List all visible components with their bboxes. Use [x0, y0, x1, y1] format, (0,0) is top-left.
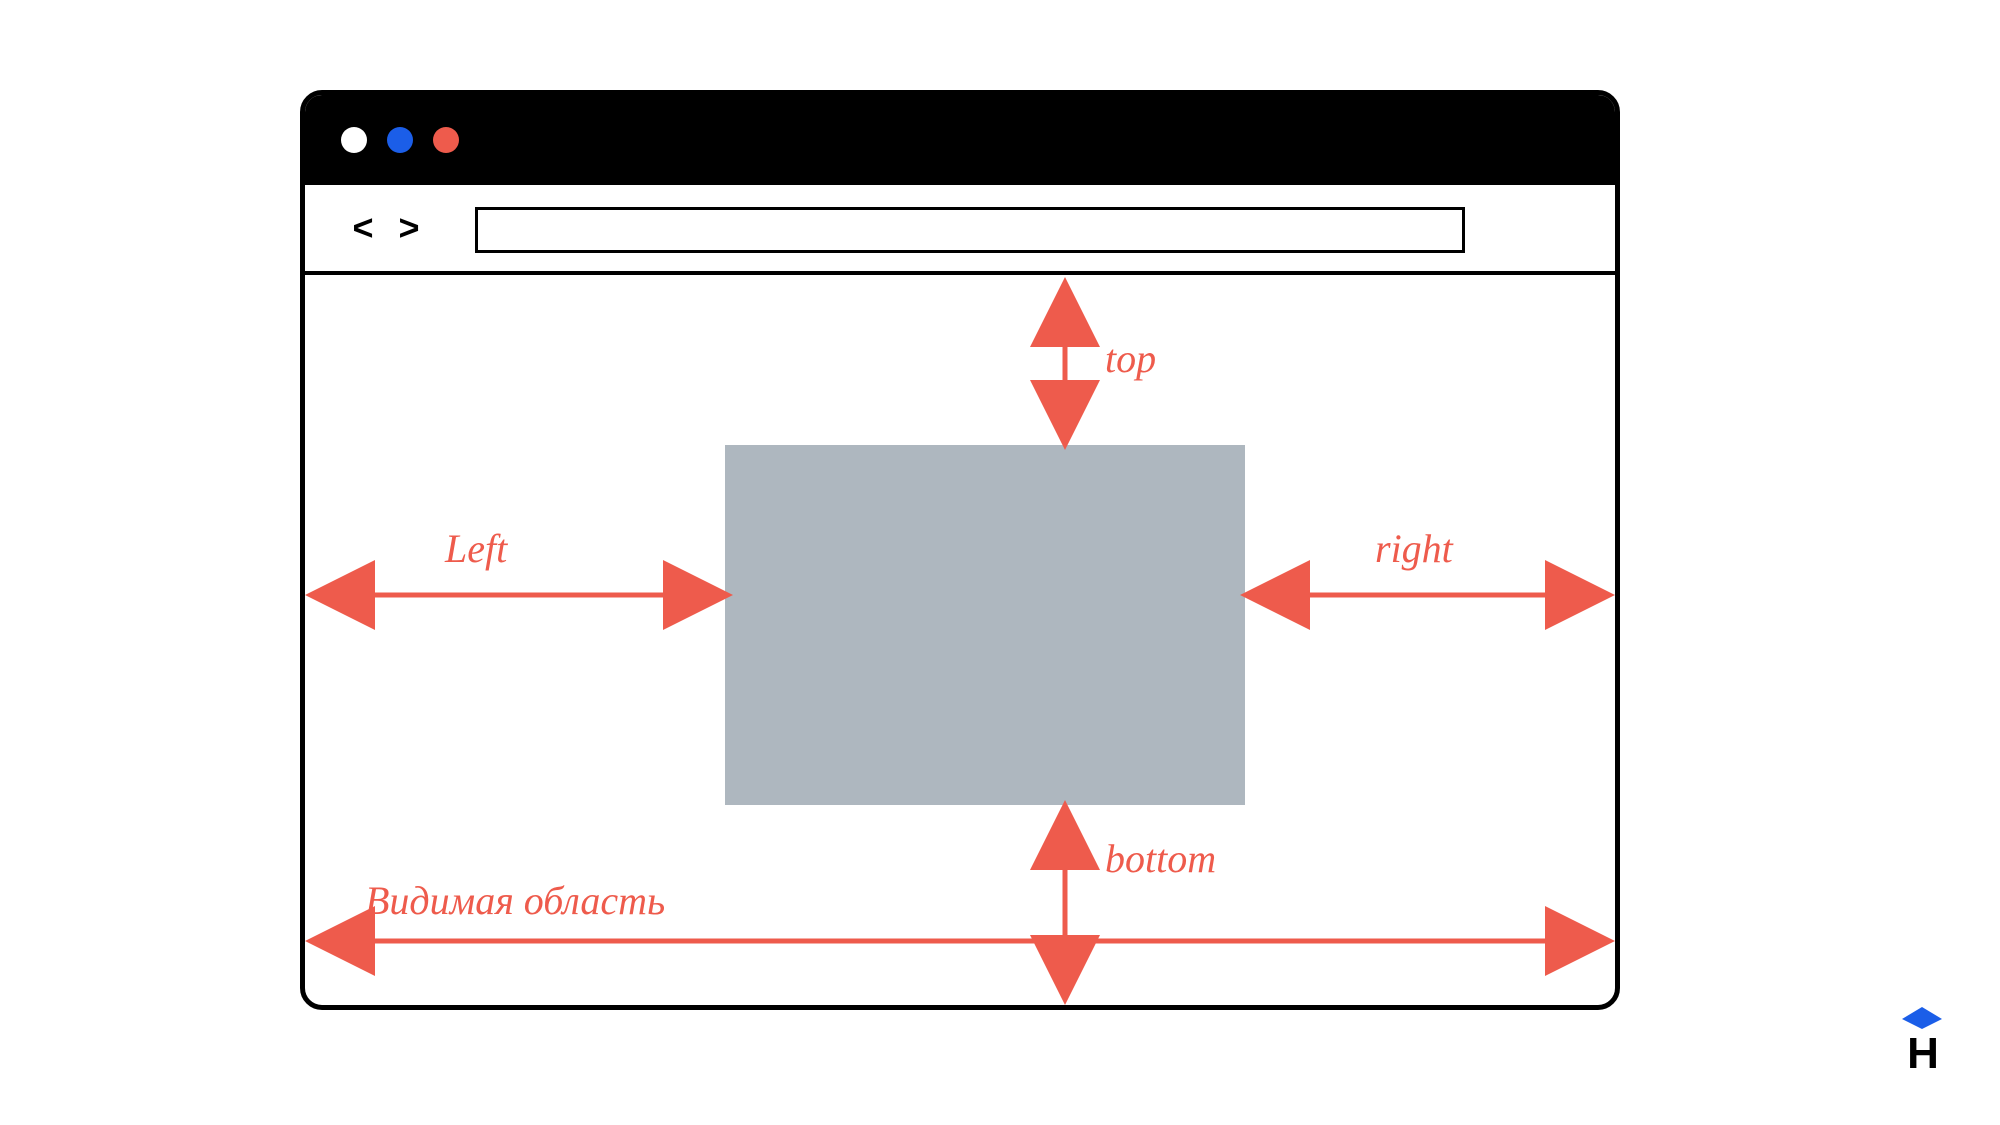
browser-viewport: top Left right bottom Видимая область: [305, 275, 1615, 1005]
browser-toolbar: < >: [305, 185, 1615, 275]
label-top: top: [1105, 335, 1156, 382]
graduation-cap-icon: [1902, 1007, 1942, 1019]
browser-window: < >: [300, 90, 1620, 1010]
brand-logo: H: [1892, 1007, 1952, 1077]
traffic-light-minimize-icon: [387, 127, 413, 153]
diagram-stage: < >: [300, 90, 1620, 1010]
back-button[interactable]: <: [345, 207, 381, 249]
traffic-light-zoom-icon: [433, 127, 459, 153]
window-titlebar: [305, 95, 1615, 185]
forward-button[interactable]: >: [391, 207, 427, 249]
label-left: Left: [445, 525, 507, 572]
logo-letter: H: [1907, 1029, 1937, 1079]
label-right: right: [1375, 525, 1453, 572]
label-bottom: bottom: [1105, 835, 1216, 882]
traffic-light-close-icon: [341, 127, 367, 153]
label-viewport: Видимая область: [365, 877, 665, 924]
address-bar[interactable]: [475, 207, 1465, 253]
